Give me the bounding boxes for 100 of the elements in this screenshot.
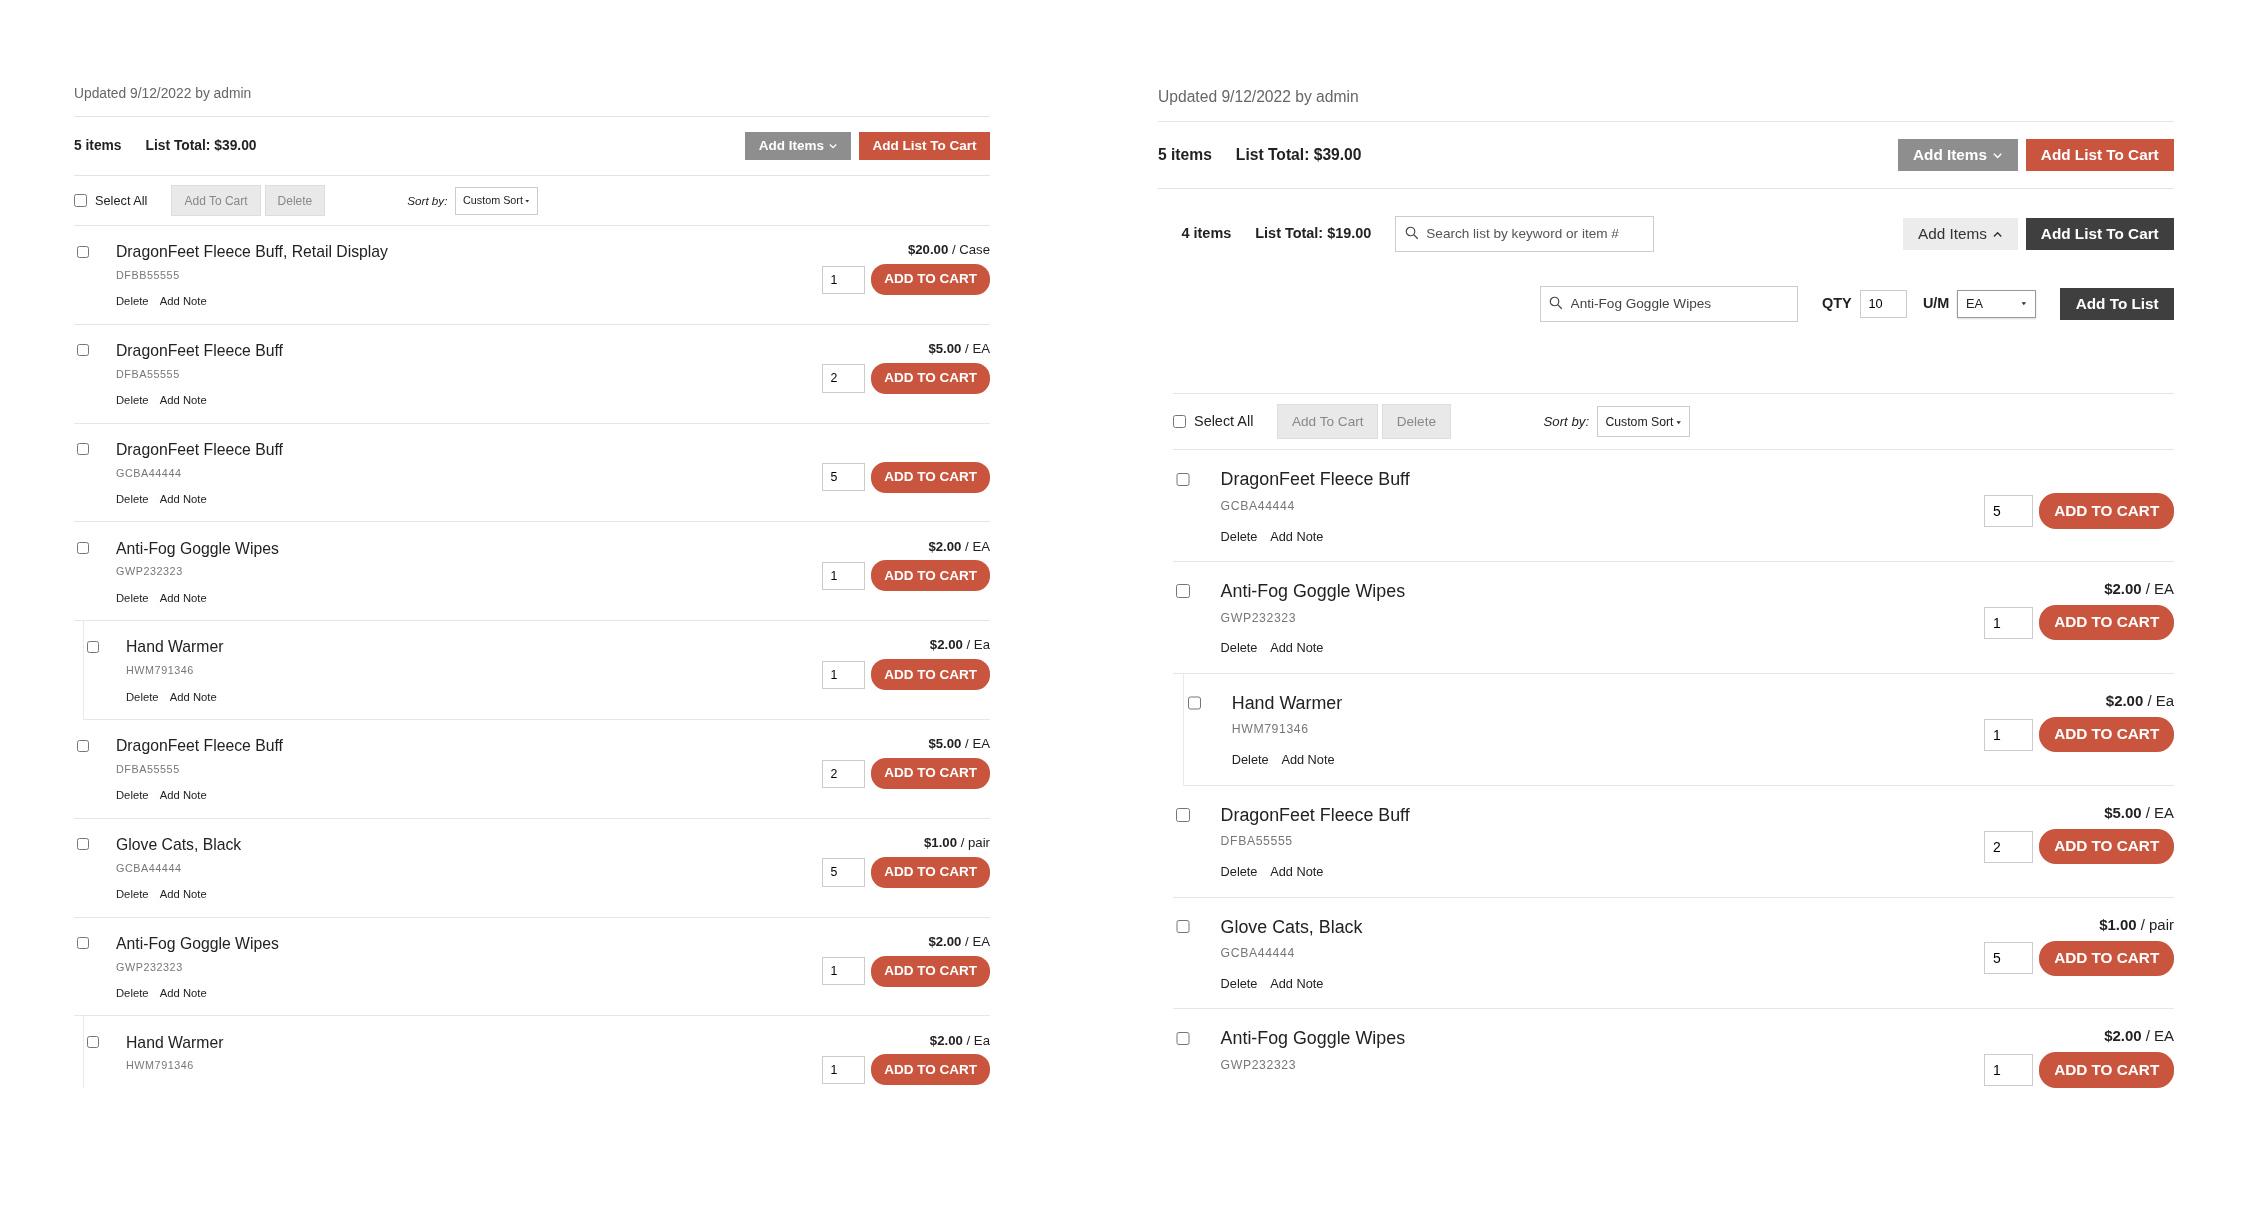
item-action-link[interactable]: Delete — [116, 886, 149, 903]
item-action-link[interactable]: Add Note — [1270, 973, 1324, 994]
item-action-link[interactable]: Add Note — [1270, 638, 1324, 658]
add-to-cart-button[interactable]: ADD TO CART — [871, 362, 990, 394]
item-checkbox[interactable] — [77, 443, 89, 456]
item-action-link[interactable]: Add Note — [159, 490, 207, 508]
caret-icon — [524, 198, 531, 205]
item-action-link[interactable]: Delete — [1220, 973, 1258, 994]
item-action-link[interactable]: Delete — [1220, 862, 1258, 882]
item-price: $1.00 / pair — [2099, 914, 2174, 935]
add-to-cart-button[interactable]: ADD TO CART — [2039, 493, 2174, 529]
add-to-cart-button[interactable]: ADD TO CART — [871, 264, 990, 296]
item-action-link[interactable]: Add Note — [159, 787, 207, 805]
item-action-link[interactable]: Delete — [1220, 638, 1258, 658]
item-action-link[interactable]: Add Note — [159, 392, 207, 410]
select-all-checkbox[interactable] — [74, 194, 87, 208]
quantity-field[interactable]: 1 — [1983, 606, 2033, 639]
add-to-cart-button[interactable]: ADD TO CART — [2039, 940, 2174, 976]
quantity-field[interactable]: 1 — [1983, 718, 2033, 751]
quantity-field[interactable]: 1 — [1983, 1054, 2033, 1087]
search-field[interactable]: Search list by keyword or item # — [1395, 215, 1654, 252]
add-to-cart-button[interactable]: ADD TO CART — [2039, 1052, 2174, 1088]
item-checkbox[interactable] — [1176, 472, 1190, 487]
item-action-link[interactable]: Add Note — [159, 589, 207, 607]
add-to-cart-button[interactable]: ADD TO CART — [871, 1054, 990, 1086]
item-action-link[interactable]: Add Note — [169, 688, 217, 706]
item-name: Glove Cats, Black — [1220, 915, 1364, 939]
item-price: $20.00 / Case — [907, 241, 990, 260]
item-action-link[interactable]: Add Note — [1270, 862, 1324, 882]
item-search-field[interactable]: Anti-Fog Goggle Wipes — [1539, 285, 1799, 322]
item-action-link[interactable]: Delete — [116, 293, 149, 311]
quantity-field[interactable]: 1 — [822, 660, 866, 689]
item-action-link[interactable]: Delete — [1220, 526, 1258, 546]
quantity-field[interactable]: 5 — [1983, 942, 2033, 975]
add-to-cart-button[interactable]: ADD TO CART — [2039, 828, 2174, 865]
add-list-to-cart-button[interactable]: Add List To Cart — [2025, 217, 2174, 250]
unit-dropdown[interactable]: EA — [1957, 289, 2037, 318]
updated-text: Updated 9/12/2022 by admin — [74, 80, 990, 117]
quantity-field[interactable]: 2 — [822, 364, 866, 393]
quantity-field[interactable]: 5 — [822, 463, 866, 492]
quantity-field[interactable]: 2 — [1983, 830, 2033, 863]
quantity-field[interactable]: 1 — [822, 1055, 866, 1085]
item-price: $2.00 / EA — [2104, 1026, 2174, 1047]
quantity-field[interactable]: 1 — [822, 957, 866, 986]
sort-dropdown[interactable]: Custom Sort — [1597, 406, 1691, 438]
item-checkbox[interactable] — [77, 739, 89, 752]
item-action-link[interactable]: Add Note — [159, 293, 207, 311]
item-price: $1.00 / pair — [924, 833, 990, 852]
add-list-to-cart-button[interactable]: Add List To Cart — [859, 131, 990, 161]
item-action-link[interactable]: Delete — [116, 984, 149, 1002]
quantity-field[interactable]: 1 — [822, 561, 866, 591]
caret-icon — [2020, 300, 2028, 308]
caret-icon — [1993, 150, 2003, 161]
item-action-link[interactable]: Add Note — [159, 984, 207, 1002]
quantity-field[interactable]: 10 — [1859, 289, 1907, 318]
add-list-to-cart-button[interactable]: Add List To Cart — [2025, 138, 2174, 171]
add-to-cart-button[interactable]: ADD TO CART — [2039, 717, 2174, 753]
quantity-field[interactable]: 2 — [822, 759, 866, 788]
add-to-cart-button[interactable]: ADD TO CART — [871, 955, 990, 987]
add-to-cart-button[interactable]: ADD TO CART — [871, 659, 990, 691]
item-action-link[interactable]: Add Note — [1270, 526, 1324, 546]
add-to-cart-button[interactable]: ADD TO CART — [871, 560, 990, 592]
item-checkbox[interactable] — [77, 542, 89, 555]
caret-icon — [1674, 418, 1682, 427]
quantity-field[interactable]: 5 — [1983, 495, 2033, 528]
item-price: $2.00 / EA — [2104, 579, 2174, 600]
item-name: Hand Warmer — [126, 1032, 225, 1053]
item-price: $2.00 / Ea — [929, 636, 990, 655]
item-checkbox[interactable] — [1176, 919, 1190, 934]
item-checkbox[interactable] — [77, 937, 89, 950]
item-action-link[interactable]: Delete — [116, 589, 149, 607]
item-action-link[interactable]: Delete — [126, 688, 159, 706]
item-checkbox[interactable] — [87, 1036, 99, 1049]
item-code: GCBA44444 — [1220, 945, 1296, 963]
add-to-cart-button[interactable]: ADD TO CART — [871, 461, 990, 493]
item-action-link[interactable]: Add Note — [1281, 750, 1335, 770]
item-checkbox[interactable] — [1176, 1031, 1190, 1046]
add-to-list-button[interactable]: Add To List — [2060, 287, 2174, 320]
item-action-link[interactable]: Add Note — [159, 886, 207, 903]
item-action-link[interactable]: Delete — [116, 392, 149, 410]
item-checkbox[interactable] — [1187, 696, 1202, 710]
item-checkbox[interactable] — [77, 245, 89, 258]
add-items-button[interactable]: Add Items — [1902, 217, 2018, 250]
item-action-link[interactable]: Delete — [116, 787, 149, 805]
sort-dropdown[interactable]: Custom Sort — [455, 186, 538, 215]
quantity-field[interactable]: 5 — [822, 858, 866, 887]
item-checkbox[interactable] — [1176, 807, 1190, 822]
item-action-link[interactable]: Delete — [1231, 750, 1269, 770]
select-all-checkbox[interactable] — [1173, 415, 1186, 429]
add-to-cart-button[interactable]: ADD TO CART — [2039, 605, 2174, 641]
item-name: Hand Warmer — [126, 637, 225, 658]
add-to-cart-button[interactable]: ADD TO CART — [871, 758, 990, 790]
quantity-field[interactable]: 1 — [822, 265, 866, 294]
add-to-cart-button[interactable]: ADD TO CART — [871, 856, 990, 888]
item-checkbox[interactable] — [1176, 584, 1190, 598]
item-checkbox[interactable] — [87, 640, 99, 653]
item-checkbox[interactable] — [77, 344, 89, 357]
item-checkbox[interactable] — [77, 838, 89, 851]
item-name: Hand Warmer — [1231, 692, 1344, 716]
item-action-link[interactable]: Delete — [116, 490, 149, 508]
